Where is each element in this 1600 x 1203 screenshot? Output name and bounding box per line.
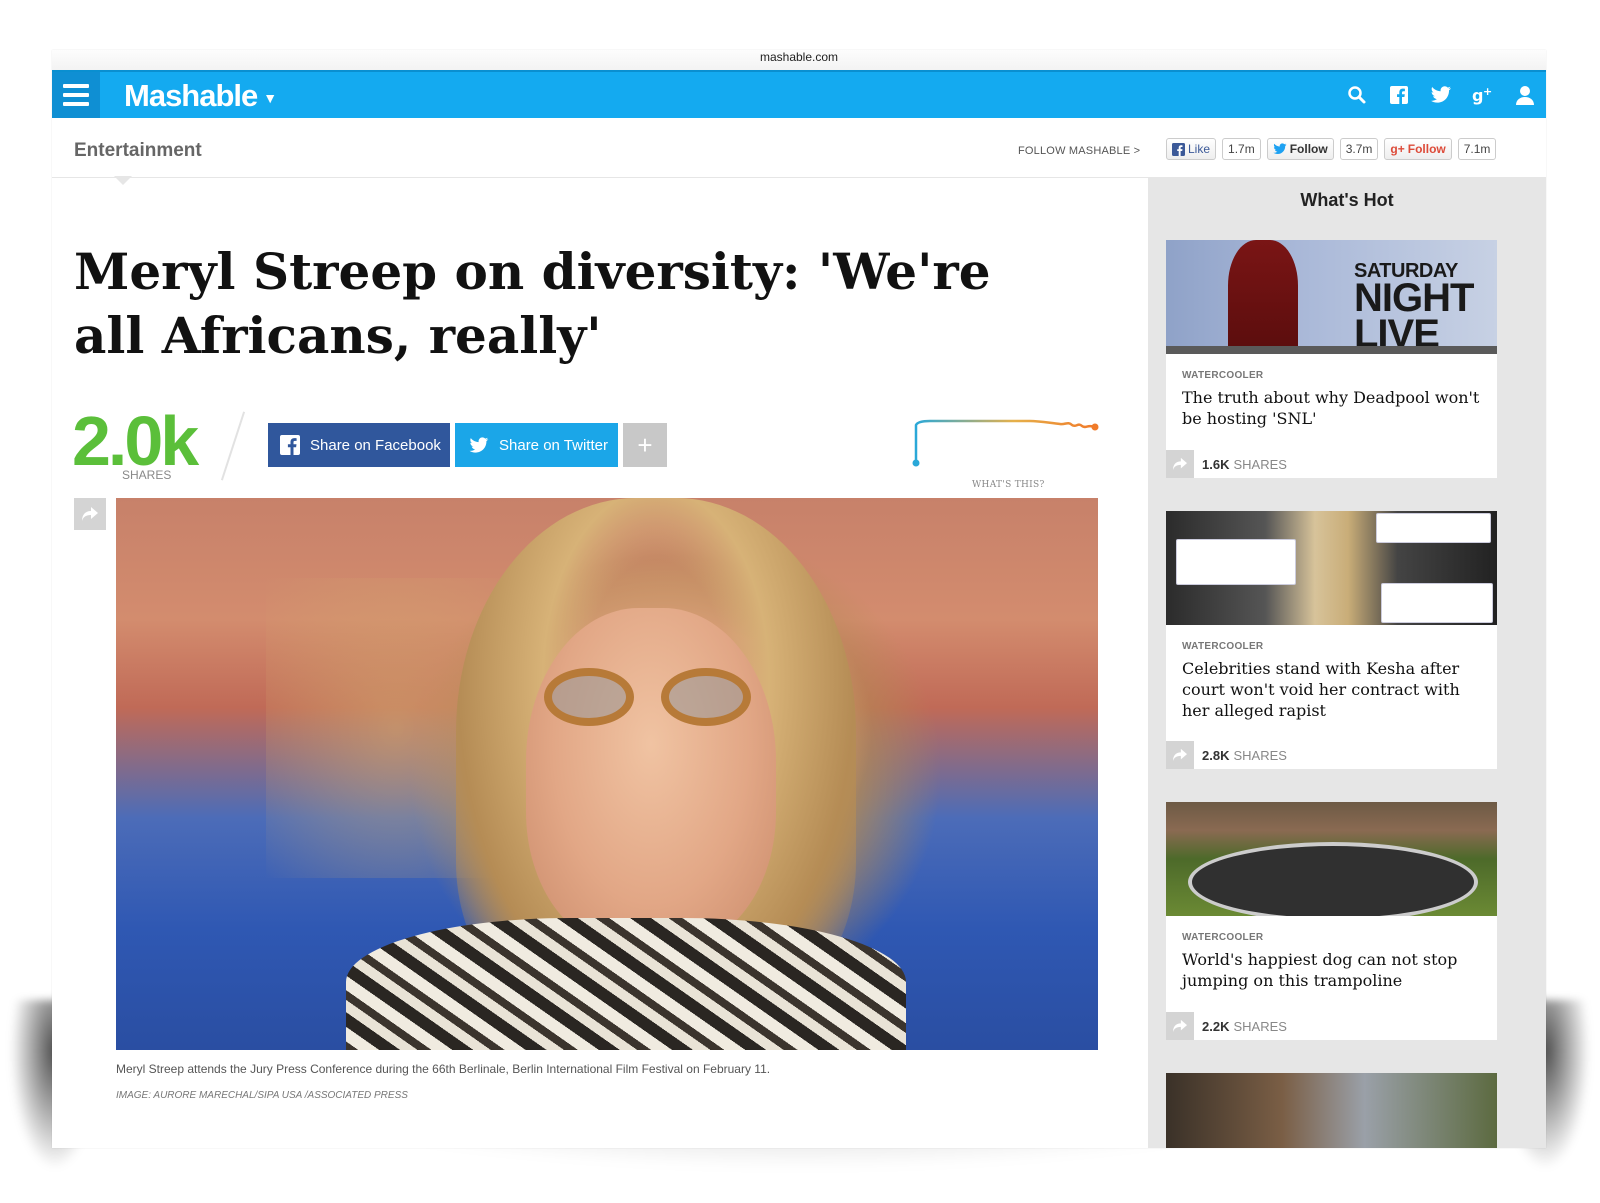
user-icon[interactable] — [1504, 72, 1546, 118]
facebook-like-label: Like — [1188, 142, 1211, 156]
card-image[interactable] — [1166, 1073, 1497, 1148]
menu-icon[interactable] — [52, 72, 100, 118]
share-icon[interactable] — [1166, 450, 1194, 478]
share-count-number: 2.0k — [72, 402, 199, 480]
googleplus-follow-button[interactable]: g+ Follow — [1384, 138, 1452, 160]
whats-hot-sidebar: What's Hot SATURDAY NIGHT LIVE WATERCOOL… — [1148, 178, 1546, 1148]
card-share: 1.6K SHARES — [1166, 450, 1287, 478]
googleplus-follow-count: 7.1m — [1457, 138, 1497, 160]
article-headline: Meryl Streep on diversity: 'We're all Af… — [74, 242, 991, 365]
card-share-label: SHARES — [1233, 1018, 1287, 1034]
card-image[interactable] — [1166, 802, 1497, 916]
card-share-label: SHARES — [1233, 456, 1287, 472]
facebook-icon[interactable] — [1378, 72, 1420, 118]
velocity-graph[interactable] — [910, 413, 1100, 473]
card-category: WATERCOOLER — [1182, 641, 1264, 652]
image-caption: Meryl Streep attends the Jury Press Conf… — [116, 1062, 771, 1076]
share-twitter-button[interactable]: Share on Twitter — [455, 423, 618, 467]
card-share-label: SHARES — [1233, 747, 1287, 763]
twitter-icon — [1273, 143, 1287, 154]
googleplus-follow-label: Follow — [1407, 142, 1446, 156]
google-plus-icon: g+ — [1390, 142, 1405, 156]
share-twitter-label: Share on Twitter — [499, 436, 608, 454]
card-title[interactable]: The truth about why Deadpool won't be ho… — [1166, 381, 1497, 429]
svg-text:g: g — [1472, 86, 1483, 105]
card-title[interactable]: World's happiest dog can not stop jumpin… — [1166, 943, 1497, 991]
twitter-follow-count: 3.7m — [1339, 138, 1379, 160]
facebook-icon — [280, 435, 300, 455]
hot-card[interactable] — [1166, 1073, 1497, 1148]
facebook-like-button[interactable]: Like — [1166, 138, 1217, 160]
share-facebook-label: Share on Facebook — [310, 436, 441, 454]
whats-hot-title: What's Hot — [1300, 190, 1394, 210]
facebook-like-count: 1.7m — [1222, 138, 1261, 160]
google-plus-icon[interactable]: g + — [1462, 72, 1504, 118]
follow-mashable-link[interactable]: FOLLOW MASHABLE > — [1018, 145, 1140, 157]
card-share: 2.2K SHARES — [1166, 1012, 1287, 1040]
twitter-icon — [469, 436, 489, 453]
share-more-button[interactable]: + — [623, 423, 667, 467]
card-share-count: 1.6K — [1202, 456, 1230, 472]
share-facebook-button[interactable]: Share on Facebook — [268, 423, 450, 467]
card-image[interactable] — [1166, 511, 1497, 625]
section-title[interactable]: Entertainment — [74, 140, 202, 162]
twitter-follow-label: Follow — [1289, 142, 1328, 156]
card-category: WATERCOOLER — [1182, 370, 1264, 381]
svg-text:+: + — [1483, 85, 1492, 98]
card-image[interactable]: SATURDAY NIGHT LIVE — [1166, 240, 1497, 354]
twitter-icon[interactable] — [1420, 72, 1462, 118]
facebook-icon — [1172, 142, 1185, 156]
hot-card[interactable]: WATERCOOLER World's happiest dog can not… — [1166, 802, 1497, 1040]
image-credit: IMAGE: AURORE MARECHAL/SIPA USA /ASSOCIA… — [116, 1090, 408, 1101]
hero-image — [116, 498, 1098, 1050]
share-icon[interactable] — [1166, 741, 1194, 769]
hot-card[interactable]: SATURDAY NIGHT LIVE WATERCOOLER The trut… — [1166, 240, 1497, 478]
share-icon[interactable] — [1166, 1012, 1194, 1040]
social-follow-group: Like 1.7m Follow 3.7m g+ Follow 7.1m — [1166, 138, 1497, 160]
brand-logo[interactable]: Mashable ▼ — [124, 78, 277, 114]
card-share-count: 2.2K — [1202, 1018, 1230, 1034]
chevron-down-icon[interactable]: ▼ — [263, 90, 277, 106]
header-icons: g + — [1336, 72, 1546, 118]
search-icon[interactable] — [1336, 72, 1378, 118]
share-count-label: SHARES — [122, 468, 172, 482]
card-share: 2.8K SHARES — [1166, 741, 1287, 769]
browser-page: mashable.com Mashable ▼ g + Entertainment — [52, 50, 1546, 1148]
share-icon[interactable] — [74, 498, 106, 530]
share-count: 2.0k SHARES — [72, 402, 199, 482]
section-bar: Entertainment FOLLOW MASHABLE > Like 1.7… — [52, 118, 1546, 178]
address-bar[interactable]: mashable.com — [52, 50, 1546, 70]
card-category: WATERCOOLER — [1182, 932, 1264, 943]
twitter-follow-button[interactable]: Follow — [1266, 138, 1334, 160]
velocity-help-link[interactable]: WHAT'S THIS? — [972, 480, 1045, 490]
card-share-count: 2.8K — [1202, 747, 1230, 763]
card-title[interactable]: Celebrities stand with Kesha after court… — [1166, 652, 1497, 721]
site-header: Mashable ▼ g + — [52, 70, 1546, 118]
article-main: Meryl Streep on diversity: 'We're all Af… — [52, 178, 1148, 1148]
hot-card[interactable]: WATERCOOLER Celebrities stand with Kesha… — [1166, 511, 1497, 769]
snl-logo: SATURDAY NIGHT LIVE — [1354, 260, 1474, 354]
brand-name: Mashable — [124, 78, 258, 113]
share-divider — [220, 411, 246, 481]
